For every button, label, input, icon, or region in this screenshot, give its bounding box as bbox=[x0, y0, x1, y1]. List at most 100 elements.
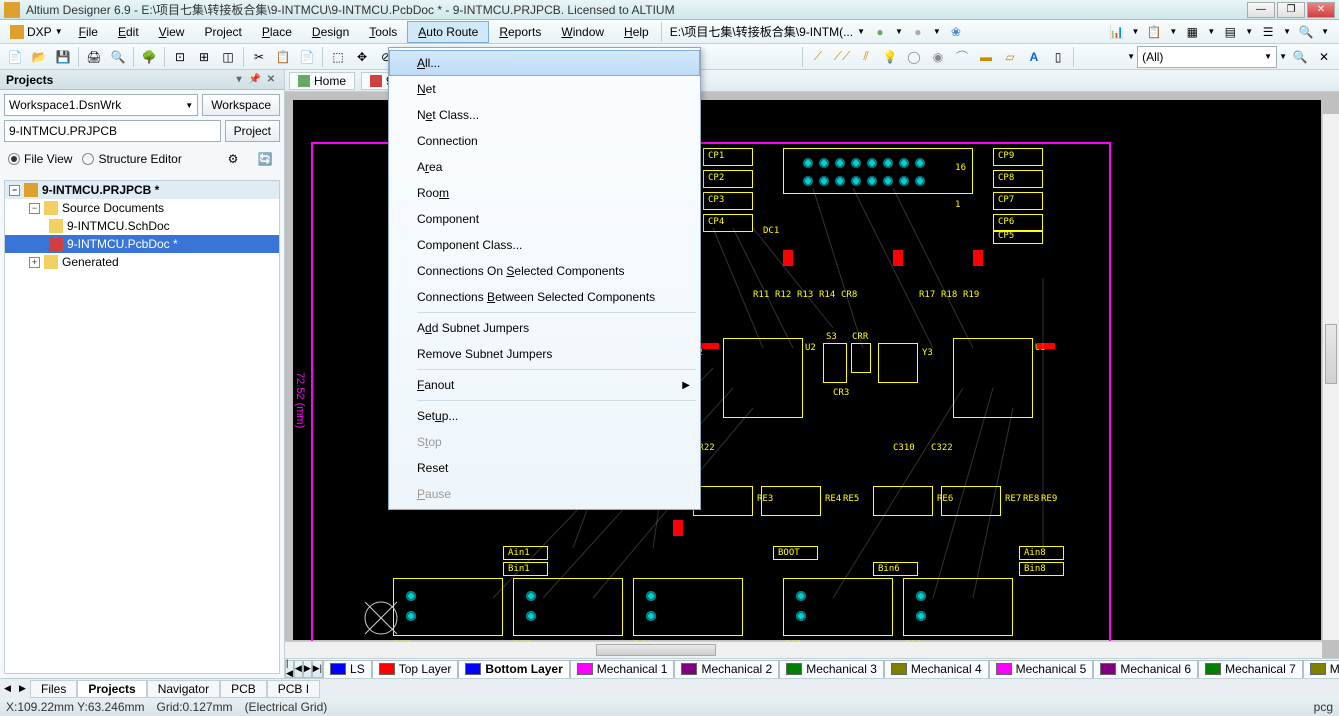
panel-settings-icon[interactable]: ⚙ bbox=[222, 148, 244, 170]
layer-m7[interactable]: Mechanical 7 bbox=[1198, 660, 1303, 678]
menu-edit[interactable]: Edit bbox=[108, 21, 149, 43]
menu-room[interactable]: Room bbox=[389, 180, 700, 206]
horizontal-scrollbar[interactable] bbox=[285, 641, 1322, 658]
menu-project[interactable]: Project bbox=[194, 21, 251, 43]
route-diff-icon[interactable]: ⫽ bbox=[855, 46, 877, 68]
copy-icon[interactable]: 📋 bbox=[272, 46, 294, 68]
menu-conn-on-sel[interactable]: Connections On Selected Components bbox=[389, 258, 700, 284]
place-component-icon[interactable]: ▯ bbox=[1047, 46, 1069, 68]
tree-schdoc[interactable]: 9-INTMCU.SchDoc 📄 bbox=[5, 217, 279, 235]
layer-top[interactable]: Top Layer bbox=[372, 660, 459, 678]
hierarchy-icon[interactable]: 🌳 bbox=[138, 46, 160, 68]
tool-list-icon[interactable]: 📋 bbox=[1143, 21, 1165, 43]
light-icon[interactable]: 💡 bbox=[879, 46, 901, 68]
layer-nav[interactable]: |◀◀▶▶| bbox=[285, 660, 323, 678]
tool-layers-icon[interactable]: ▤ bbox=[1219, 21, 1241, 43]
menu-view[interactable]: View bbox=[149, 21, 195, 43]
place-via-icon[interactable]: ◉ bbox=[927, 46, 949, 68]
dxp-menu[interactable]: DXP ▼ bbox=[4, 25, 69, 39]
paste-icon[interactable]: 📄 bbox=[296, 46, 318, 68]
tree-pcbdoc[interactable]: 9-INTMCU.PcbDoc * 📄 bbox=[5, 235, 279, 253]
tree-source-docs[interactable]: − Source Documents bbox=[5, 199, 279, 217]
clear-filter-icon[interactable]: ✕ bbox=[1313, 46, 1335, 68]
place-fill-icon[interactable]: ▬ bbox=[975, 46, 997, 68]
project-tree[interactable]: − 9-INTMCU.PRJPCB * 📄 − Source Documents… bbox=[4, 180, 280, 674]
route-interactive-icon[interactable]: ⟋⟋ bbox=[831, 46, 853, 68]
maximize-button[interactable]: ❐ bbox=[1277, 2, 1305, 18]
select-icon[interactable]: ⬚ bbox=[327, 46, 349, 68]
move-icon[interactable]: ✥ bbox=[351, 46, 373, 68]
menu-reset[interactable]: Reset bbox=[389, 455, 700, 481]
btab-files[interactable]: Files bbox=[30, 680, 77, 698]
print-icon[interactable]: 🖨 bbox=[83, 46, 105, 68]
menu-design[interactable]: Design bbox=[302, 21, 359, 43]
radio-file-view[interactable]: File View bbox=[8, 152, 72, 166]
layer-ls[interactable]: LS bbox=[323, 660, 372, 678]
menu-component-class[interactable]: Component Class... bbox=[389, 232, 700, 258]
panel-menu-icon[interactable]: ▾ bbox=[232, 73, 246, 87]
nav-back-icon[interactable]: ● bbox=[869, 21, 891, 43]
tool-grid-icon[interactable]: ▦ bbox=[1181, 21, 1203, 43]
menu-auto-route[interactable]: Auto Route bbox=[407, 21, 489, 43]
tab-home[interactable]: Home bbox=[289, 72, 355, 90]
zoom-select-icon[interactable]: ◫ bbox=[217, 46, 239, 68]
project-field[interactable]: 9-INTMCU.PRJPCB bbox=[4, 120, 221, 142]
layer-m1[interactable]: Mechanical 1 bbox=[570, 660, 675, 678]
menu-net[interactable]: Net bbox=[389, 76, 700, 102]
find-icon[interactable]: 🔍 bbox=[1289, 46, 1311, 68]
menu-file[interactable]: File bbox=[69, 21, 108, 43]
btab-navigator[interactable]: Navigator bbox=[147, 680, 220, 698]
layer-m3[interactable]: Mechanical 3 bbox=[779, 660, 884, 678]
project-button[interactable]: Project bbox=[225, 120, 280, 142]
place-pad-icon[interactable]: ◯ bbox=[903, 46, 925, 68]
place-arc-icon[interactable]: ⌒ bbox=[951, 46, 973, 68]
panel-pin-icon[interactable]: 📌 bbox=[248, 73, 262, 87]
tool-find-icon[interactable]: 🔍 bbox=[1295, 21, 1317, 43]
layer-m2[interactable]: Mechanical 2 bbox=[674, 660, 779, 678]
menu-all[interactable]: All... bbox=[389, 50, 700, 76]
radio-structure-editor[interactable]: Structure Editor bbox=[82, 152, 181, 166]
tool-align-icon[interactable]: ☰ bbox=[1257, 21, 1279, 43]
btab-pcb[interactable]: PCB bbox=[220, 680, 267, 698]
menu-reports[interactable]: Reports bbox=[489, 21, 551, 43]
menu-component[interactable]: Component bbox=[389, 206, 700, 232]
zoom-fit-icon[interactable]: ⊞ bbox=[193, 46, 215, 68]
menu-remove-jumpers[interactable]: Remove Subnet Jumpers bbox=[389, 341, 700, 367]
vertical-scrollbar[interactable] bbox=[1322, 114, 1339, 640]
save-icon[interactable]: 💾 bbox=[52, 46, 74, 68]
menu-fanout[interactable]: Fanout▶ bbox=[389, 372, 700, 398]
preview-icon[interactable]: 🔍 bbox=[107, 46, 129, 68]
menu-area[interactable]: Area bbox=[389, 154, 700, 180]
panel-refresh-icon[interactable]: 🔄 bbox=[254, 148, 276, 170]
close-button[interactable]: ✕ bbox=[1307, 2, 1335, 18]
menu-window[interactable]: Window bbox=[551, 21, 614, 43]
layer-m6[interactable]: Mechanical 6 bbox=[1093, 660, 1198, 678]
menu-add-jumpers[interactable]: Add Subnet Jumpers bbox=[389, 315, 700, 341]
tree-project[interactable]: − 9-INTMCU.PRJPCB * 📄 bbox=[5, 181, 279, 199]
place-string-icon[interactable]: A bbox=[1023, 46, 1045, 68]
nav-home-icon[interactable]: ❀ bbox=[945, 21, 967, 43]
layer-bottom[interactable]: Bottom Layer bbox=[458, 660, 569, 678]
workspace-button[interactable]: Workspace bbox=[202, 94, 280, 116]
menu-tools[interactable]: Tools bbox=[359, 21, 407, 43]
tree-generated[interactable]: + Generated bbox=[5, 253, 279, 271]
route-track-icon[interactable]: ⟋ bbox=[807, 46, 829, 68]
menu-place[interactable]: Place bbox=[252, 21, 302, 43]
new-icon[interactable]: 📄 bbox=[4, 46, 26, 68]
panel-close-icon[interactable]: ✕ bbox=[264, 73, 278, 87]
cut-icon[interactable]: ✂ bbox=[248, 46, 270, 68]
layer-mec[interactable]: Mec bbox=[1303, 660, 1339, 678]
open-icon[interactable]: 📂 bbox=[28, 46, 50, 68]
btab-pcbi[interactable]: PCB I bbox=[267, 680, 320, 698]
tool-chart-icon[interactable]: 📊 bbox=[1105, 21, 1127, 43]
btab-nav[interactable]: ◀▶ bbox=[0, 683, 30, 694]
minimize-button[interactable]: — bbox=[1247, 2, 1275, 18]
workspace-combo[interactable]: Workspace1.DsnWrk▼ bbox=[4, 94, 198, 116]
menu-connection[interactable]: Connection bbox=[389, 128, 700, 154]
menu-net-class[interactable]: Net Class... bbox=[389, 102, 700, 128]
place-poly-icon[interactable]: ▱ bbox=[999, 46, 1021, 68]
layer-m4[interactable]: Mechanical 4 bbox=[884, 660, 989, 678]
nav-fwd-icon[interactable]: ● bbox=[907, 21, 929, 43]
zoom-area-icon[interactable]: ⊡ bbox=[169, 46, 191, 68]
menu-setup[interactable]: Setup... bbox=[389, 403, 700, 429]
